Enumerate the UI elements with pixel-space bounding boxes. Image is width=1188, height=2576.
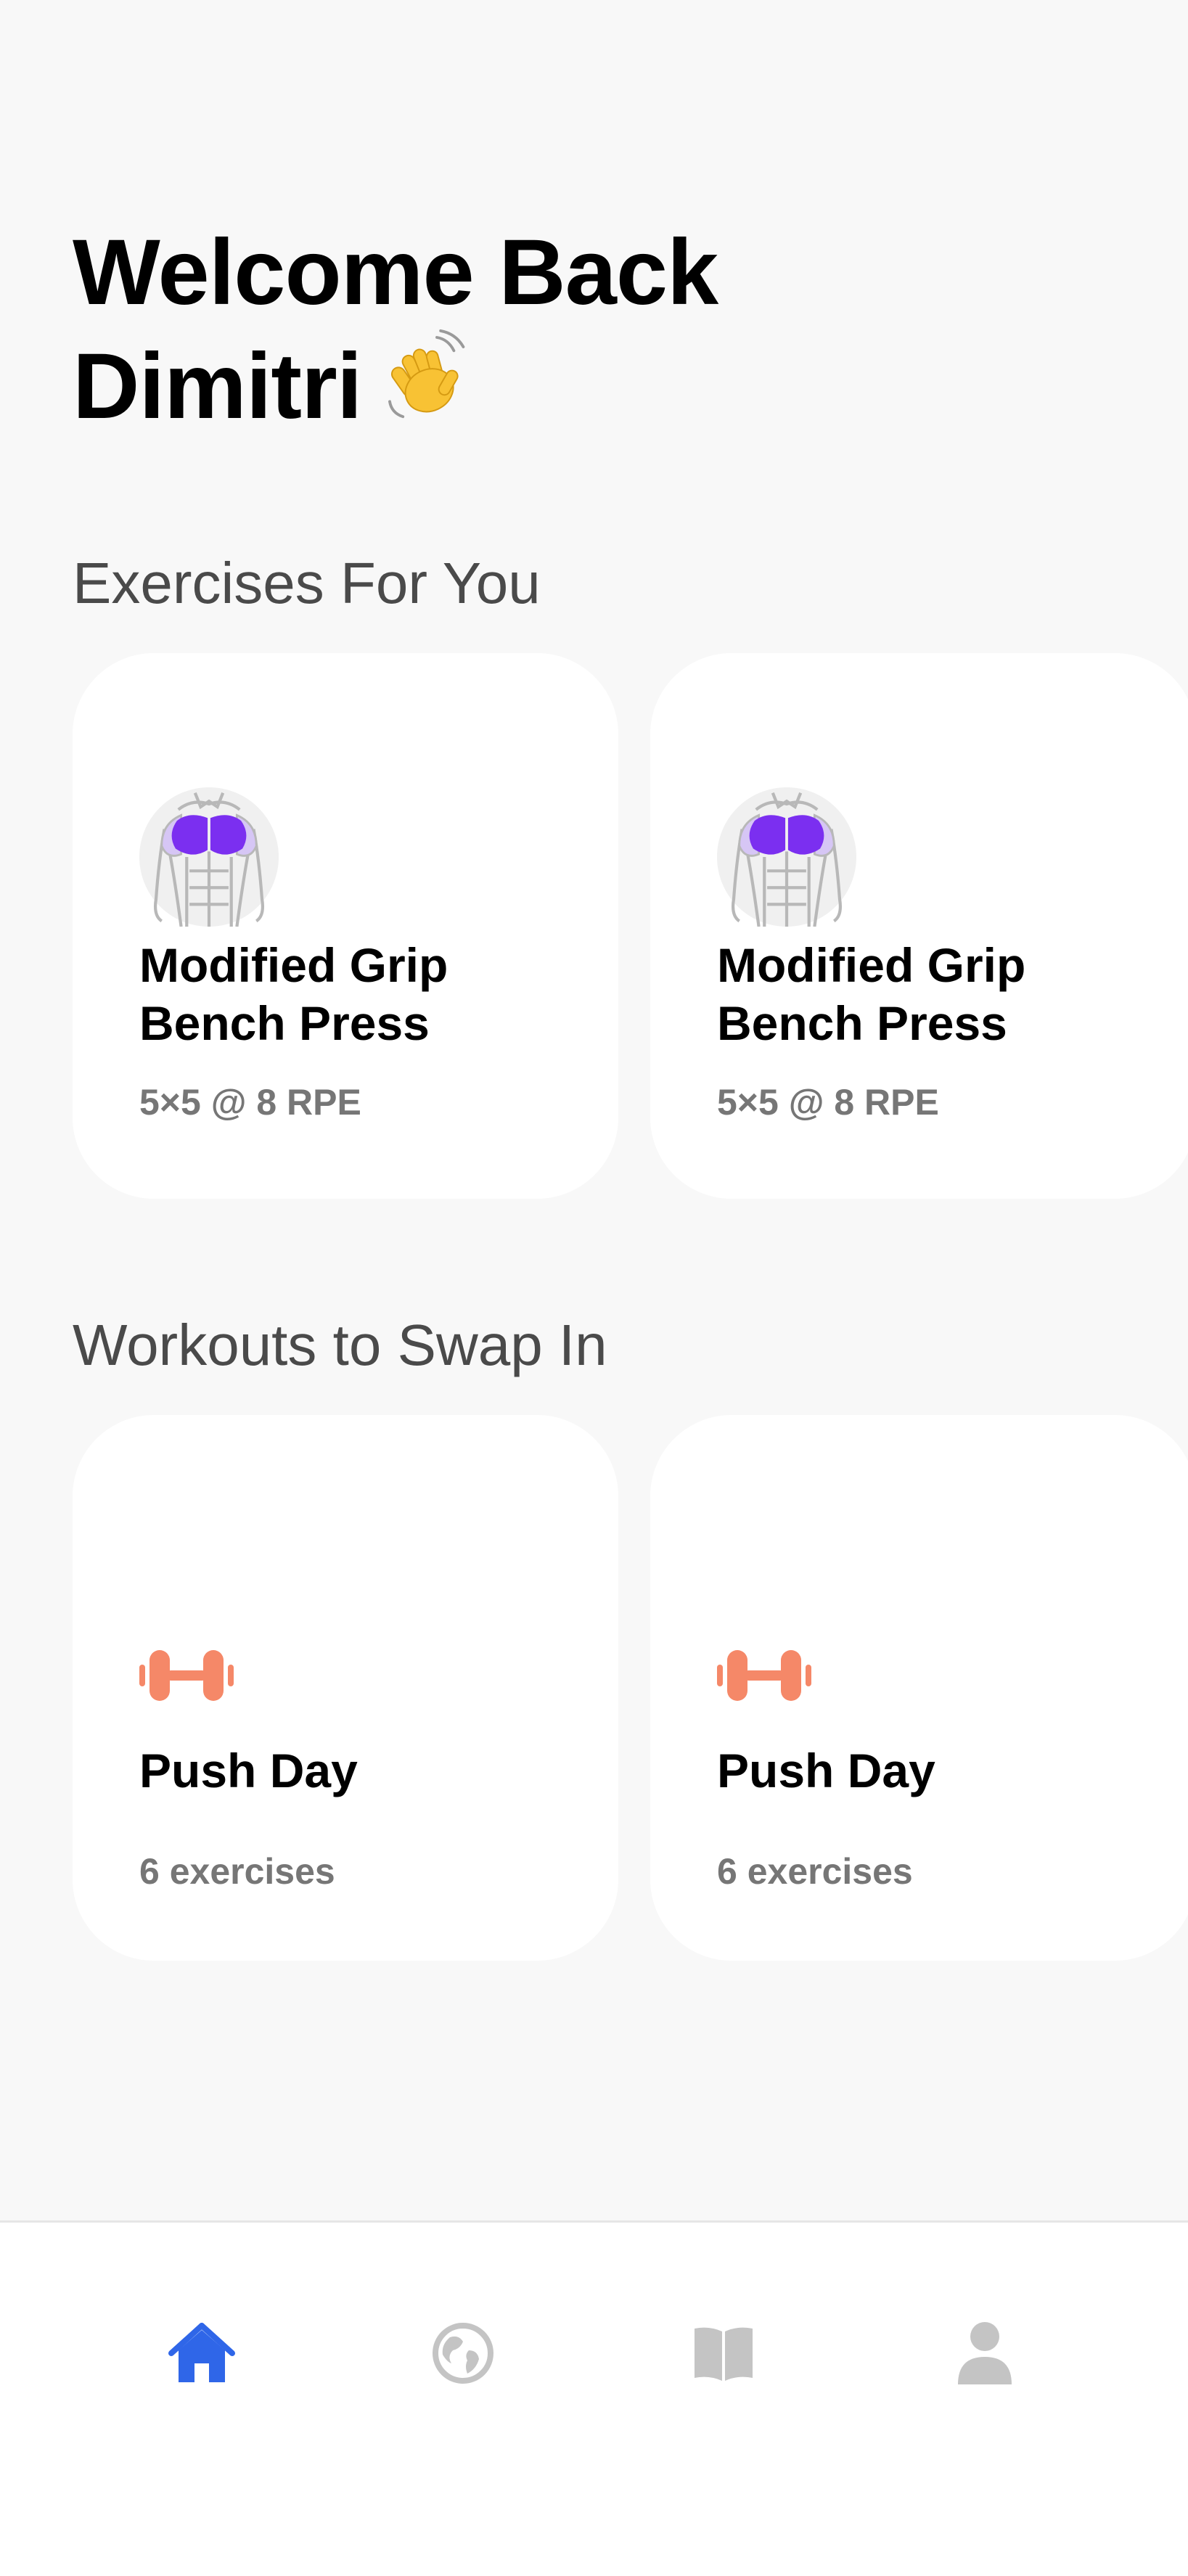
home-icon — [168, 2323, 235, 2382]
tab-home[interactable] — [158, 2310, 245, 2397]
person-icon — [958, 2322, 1012, 2384]
bottom-tab-bar — [0, 2220, 1188, 2576]
exercise-title-line: Bench Press — [717, 996, 1007, 1050]
workout-title: Push Day — [139, 1744, 358, 1797]
user-name: Dimitri — [73, 335, 362, 438]
welcome-name-line: Dimitri — [73, 328, 718, 446]
waving-hand-icon — [380, 328, 475, 446]
workout-detail: 6 exercises — [139, 1851, 335, 1892]
exercise-card[interactable]: Modified Grip Bench Press 5×5 @ 8 RPE — [73, 653, 618, 1199]
chest-muscle-icon — [139, 787, 279, 927]
workouts-carousel[interactable]: Push Day 6 exercises Push Day 6 exercise… — [73, 1415, 1188, 1961]
exercise-detail: 5×5 @ 8 RPE — [717, 1082, 939, 1123]
exercise-title-line: Bench Press — [139, 996, 430, 1050]
exercises-section-title: Exercises For You — [73, 551, 541, 615]
tab-explore[interactable] — [419, 2310, 507, 2397]
tab-library[interactable] — [680, 2310, 767, 2397]
home-screen: Welcome Back Dimitri Exercises For You M… — [0, 0, 1188, 2576]
exercise-detail: 5×5 @ 8 RPE — [139, 1082, 361, 1123]
exercise-title-line: Modified Grip — [717, 938, 1026, 992]
workout-card[interactable]: Push Day 6 exercises — [73, 1415, 618, 1961]
workout-detail: 6 exercises — [717, 1851, 913, 1892]
tab-profile[interactable] — [941, 2310, 1028, 2397]
globe-icon — [433, 2323, 493, 2384]
chest-muscle-icon — [717, 787, 856, 927]
exercise-title: Modified Grip Bench Press — [139, 936, 448, 1052]
dumbbell-icon — [717, 1650, 811, 1701]
dumbbell-icon — [139, 1650, 234, 1701]
exercise-card[interactable]: Modified Grip Bench Press 5×5 @ 8 RPE — [650, 653, 1188, 1199]
exercises-carousel[interactable]: Modified Grip Bench Press 5×5 @ 8 RPE Mo… — [73, 653, 1188, 1199]
workouts-section-title: Workouts to Swap In — [73, 1313, 607, 1377]
welcome-line: Welcome Back — [73, 221, 718, 324]
exercise-title: Modified Grip Bench Press — [717, 936, 1025, 1052]
exercise-title-line: Modified Grip — [139, 938, 448, 992]
workout-title: Push Day — [717, 1744, 935, 1797]
workout-card[interactable]: Push Day 6 exercises — [650, 1415, 1188, 1961]
welcome-heading: Welcome Back Dimitri — [73, 218, 718, 446]
book-icon — [695, 2327, 753, 2381]
